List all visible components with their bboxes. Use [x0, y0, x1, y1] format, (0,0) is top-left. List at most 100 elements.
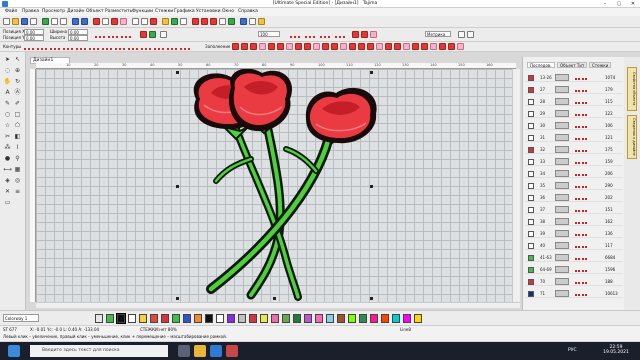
- palette-color-chip[interactable]: [128, 314, 136, 323]
- stitch-tool-icon[interactable]: [93, 18, 100, 25]
- stitch-style-icon[interactable]: [290, 31, 300, 38]
- fill-pattern-icon[interactable]: [385, 43, 392, 50]
- stitch-style-icon[interactable]: [305, 31, 315, 38]
- menu-object[interactable]: Объект: [86, 9, 104, 14]
- color-icon[interactable]: [140, 31, 147, 38]
- sequence-row[interactable]: 64-69 1596: [525, 265, 623, 274]
- sequence-row[interactable]: 40 117: [525, 241, 623, 250]
- fill-pattern-icon[interactable]: [295, 43, 302, 50]
- contour-stitch-icon[interactable]: [76, 43, 86, 50]
- sequence-row[interactable]: 32 175: [525, 145, 623, 154]
- palette-color-chip[interactable]: [139, 314, 147, 323]
- sequence-row[interactable]: 27 179: [525, 85, 623, 94]
- menu-stitches[interactable]: Стежки: [155, 9, 173, 14]
- palette-color-chip[interactable]: [348, 314, 356, 323]
- sequence-row[interactable]: 71 10613: [525, 289, 623, 298]
- palette-color-chip[interactable]: [95, 314, 103, 323]
- settings-icon[interactable]: [458, 31, 465, 38]
- menu-edit[interactable]: Правка: [22, 9, 39, 14]
- measure-icon[interactable]: [180, 18, 187, 25]
- palette-color-chip[interactable]: [106, 314, 114, 323]
- fill-pattern-icon[interactable]: [358, 43, 365, 50]
- fill-pattern-icon[interactable]: [403, 43, 410, 50]
- fill-pattern-icon[interactable]: [232, 43, 239, 50]
- tab-design-info[interactable]: Сведения о дизайне: [627, 115, 637, 159]
- satin-icon[interactable]: [201, 18, 208, 25]
- contour-stitch-icon[interactable]: [50, 43, 60, 50]
- palette-color-chip[interactable]: [238, 314, 246, 323]
- show-stitches-icon[interactable]: [150, 18, 157, 25]
- pen-icon[interactable]: ✎: [3, 99, 12, 108]
- palette-color-chip[interactable]: [282, 314, 290, 323]
- cross-stitch-icon[interactable]: ✕: [3, 187, 12, 196]
- stitch-style-icon[interactable]: [95, 31, 105, 38]
- fill-pattern-icon[interactable]: [340, 43, 347, 50]
- monogram-icon[interactable]: Ⓐ: [13, 88, 22, 97]
- file-explorer-icon[interactable]: [194, 345, 206, 357]
- sequence-row[interactable]: 38 162: [525, 217, 623, 226]
- browser-icon[interactable]: [210, 345, 222, 357]
- eraser-icon[interactable]: ◧: [13, 132, 22, 141]
- tab-stitches[interactable]: Стежки: [589, 62, 612, 68]
- sequence-row[interactable]: 29 122: [525, 109, 623, 118]
- windows-start-icon[interactable]: [8, 345, 20, 357]
- fill-pattern-icon[interactable]: [439, 43, 446, 50]
- grid-tool-icon[interactable]: ▦: [13, 165, 22, 174]
- polygon-icon[interactable]: ⬠: [13, 121, 22, 130]
- sequence-row[interactable]: 36 202: [525, 193, 623, 202]
- palette-color-chip[interactable]: [227, 314, 235, 323]
- palette-color-chip[interactable]: [326, 314, 334, 323]
- stitch-style-icon[interactable]: [320, 31, 330, 38]
- rotate-icon[interactable]: ↻: [13, 77, 22, 86]
- reshape-icon[interactable]: ↖: [13, 55, 22, 64]
- fill-pattern-icon[interactable]: [394, 43, 401, 50]
- circle-icon[interactable]: ○: [3, 110, 12, 119]
- contour-stitch-icon[interactable]: [154, 43, 164, 50]
- design-canvas[interactable]: [36, 69, 512, 302]
- fill-pattern-icon[interactable]: [304, 43, 311, 50]
- undo-icon[interactable]: [72, 18, 79, 25]
- sequin-icon[interactable]: ◎: [13, 176, 22, 185]
- sequence-row[interactable]: 37 151: [525, 205, 623, 214]
- trace-icon[interactable]: [228, 18, 235, 25]
- fill-pattern-icon[interactable]: [286, 43, 293, 50]
- cut-icon[interactable]: [42, 18, 49, 25]
- open-icon[interactable]: [12, 18, 19, 25]
- stitch-style-icon[interactable]: [108, 31, 118, 38]
- sequence-row[interactable]: 33 159: [525, 157, 623, 166]
- fill-pattern-icon[interactable]: [277, 43, 284, 50]
- contour-stitch-icon[interactable]: [63, 43, 73, 50]
- palette-color-chip[interactable]: [172, 314, 180, 323]
- fill-pattern-icon[interactable]: [421, 43, 428, 50]
- fill-pattern-icon[interactable]: [250, 43, 257, 50]
- text-tool-icon[interactable]: A: [3, 88, 12, 97]
- contour-stitch-icon[interactable]: [115, 43, 125, 50]
- palette-color-chip[interactable]: [260, 314, 268, 323]
- zoom-icon[interactable]: ⊕: [13, 66, 22, 75]
- paste-icon[interactable]: [60, 18, 67, 25]
- menu-settings[interactable]: Установки: [196, 9, 221, 14]
- contour-stitch-icon[interactable]: [180, 43, 190, 50]
- menu-functions[interactable]: Функции: [132, 9, 153, 14]
- fill-pattern-icon[interactable]: [448, 43, 455, 50]
- menu-view[interactable]: Просмотр: [42, 9, 65, 14]
- vertical-scrollbar[interactable]: [512, 69, 520, 302]
- taskbar-search[interactable]: Введите здесь текст для поиска: [30, 345, 168, 357]
- contour-stitch-icon[interactable]: [89, 43, 99, 50]
- grid-icon[interactable]: [171, 18, 178, 25]
- eyedropper-icon[interactable]: ⚲: [13, 154, 22, 163]
- contour-stitch-icon[interactable]: [102, 43, 112, 50]
- contour-stitch-icon[interactable]: [24, 43, 34, 50]
- palette-color-chip[interactable]: [161, 314, 169, 323]
- print-icon[interactable]: [30, 18, 37, 25]
- task-view-icon[interactable]: [178, 345, 190, 357]
- palette-color-chip[interactable]: [293, 314, 301, 323]
- menu-help[interactable]: Справка: [238, 9, 258, 14]
- fill-pattern-icon[interactable]: [241, 43, 248, 50]
- fill-pattern-icon[interactable]: [313, 43, 320, 50]
- star-icon[interactable]: ☆: [3, 121, 12, 130]
- help-icon[interactable]: [258, 18, 265, 25]
- trim-icon[interactable]: [219, 18, 226, 25]
- fill-pattern-icon[interactable]: [268, 43, 275, 50]
- sequence-row[interactable]: 13-26 1074: [525, 73, 623, 82]
